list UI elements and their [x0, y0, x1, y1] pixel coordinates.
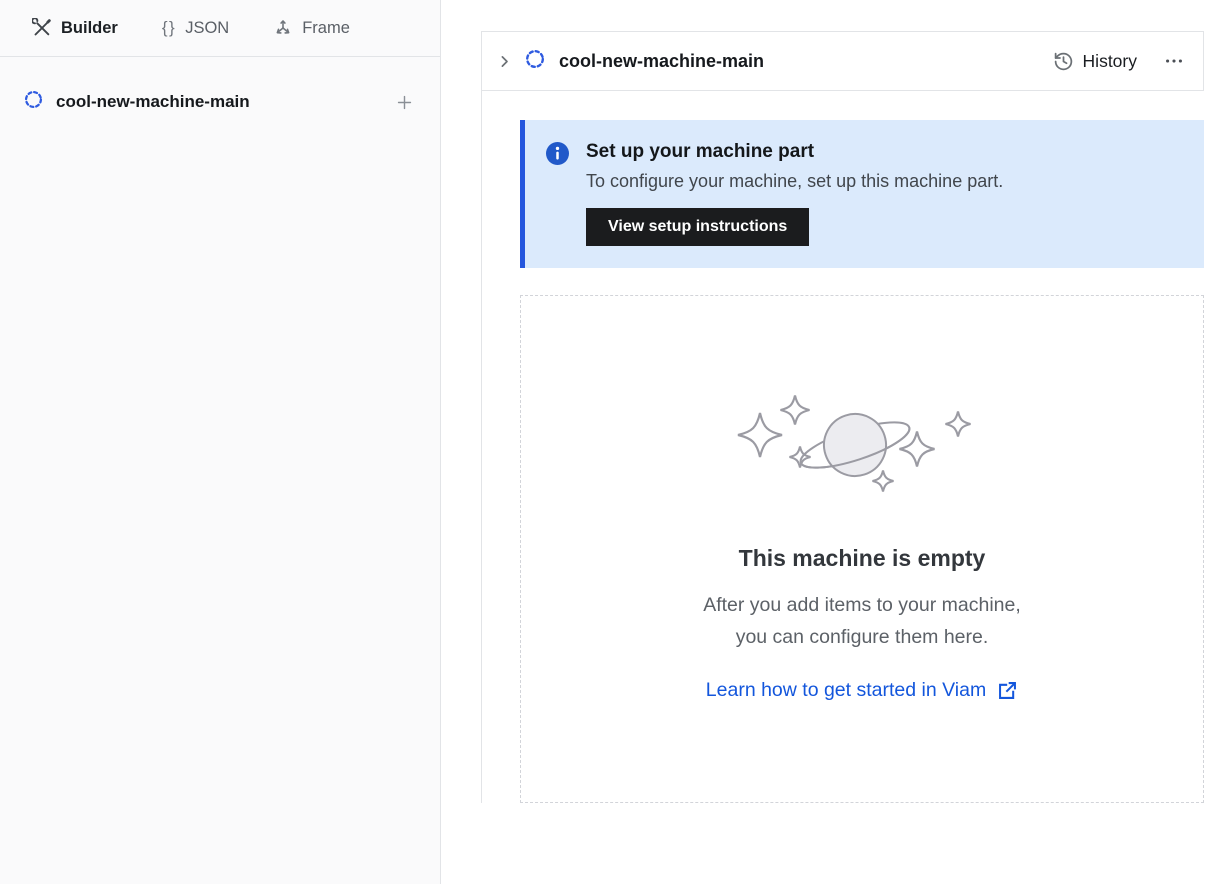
tab-builder-label: Builder [61, 19, 118, 38]
get-started-link[interactable]: Learn how to get started in Viam [706, 679, 1018, 702]
empty-state-line1: After you add items to your machine, [703, 594, 1021, 616]
planet-illustration [712, 394, 1012, 509]
sidebar-machine-name: cool-new-machine-main [56, 92, 382, 112]
sidebar-item-machine-part[interactable]: cool-new-machine-main [0, 85, 440, 119]
ellipsis-icon [1163, 50, 1185, 72]
sidebar: Builder {} JSON Frame [0, 0, 441, 884]
tab-json-label: JSON [185, 19, 229, 38]
info-icon [546, 142, 569, 248]
history-button[interactable]: History [1053, 51, 1137, 72]
chevron-right-icon [496, 53, 513, 70]
empty-state-line2: you can configure them here. [736, 626, 989, 648]
builder-tools-icon [32, 18, 52, 38]
get-started-link-label: Learn how to get started in Viam [706, 679, 986, 702]
frame-axes-icon [273, 18, 293, 38]
tab-frame[interactable]: Frame [273, 18, 350, 38]
part-status-icon [525, 49, 545, 74]
machine-config-page: Builder {} JSON Frame [0, 0, 1232, 884]
part-status-icon [24, 90, 43, 114]
banner-content: Set up your machine part To configure yo… [586, 139, 1003, 248]
banner-title: Set up your machine part [586, 139, 1003, 165]
part-group-rail [481, 91, 482, 803]
empty-state-description: After you add items to your machine, you… [703, 589, 1021, 653]
tab-builder[interactable]: Builder [32, 18, 118, 38]
main-content: cool-new-machine-main History [441, 0, 1232, 884]
tab-frame-label: Frame [302, 19, 350, 38]
json-braces-icon: {} [162, 18, 176, 38]
view-setup-instructions-button[interactable]: View setup instructions [586, 208, 809, 246]
empty-state-panel: This machine is empty After you add item… [520, 295, 1204, 803]
history-label: History [1083, 51, 1137, 72]
part-header-card: cool-new-machine-main History [481, 31, 1204, 91]
config-mode-tabbar: Builder {} JSON Frame [0, 0, 440, 57]
history-icon [1053, 51, 1074, 72]
empty-state-title: This machine is empty [739, 545, 986, 572]
expand-part-button[interactable] [496, 53, 513, 70]
banner-body: To configure your machine, set up this m… [586, 168, 1003, 195]
part-title: cool-new-machine-main [559, 51, 1053, 72]
tab-json[interactable]: {} JSON [162, 18, 229, 38]
setup-banner: Set up your machine part To configure yo… [520, 120, 1204, 268]
external-link-icon [997, 680, 1018, 701]
plus-icon [395, 93, 414, 112]
more-options-button[interactable] [1163, 50, 1185, 72]
add-component-button[interactable] [395, 93, 414, 112]
